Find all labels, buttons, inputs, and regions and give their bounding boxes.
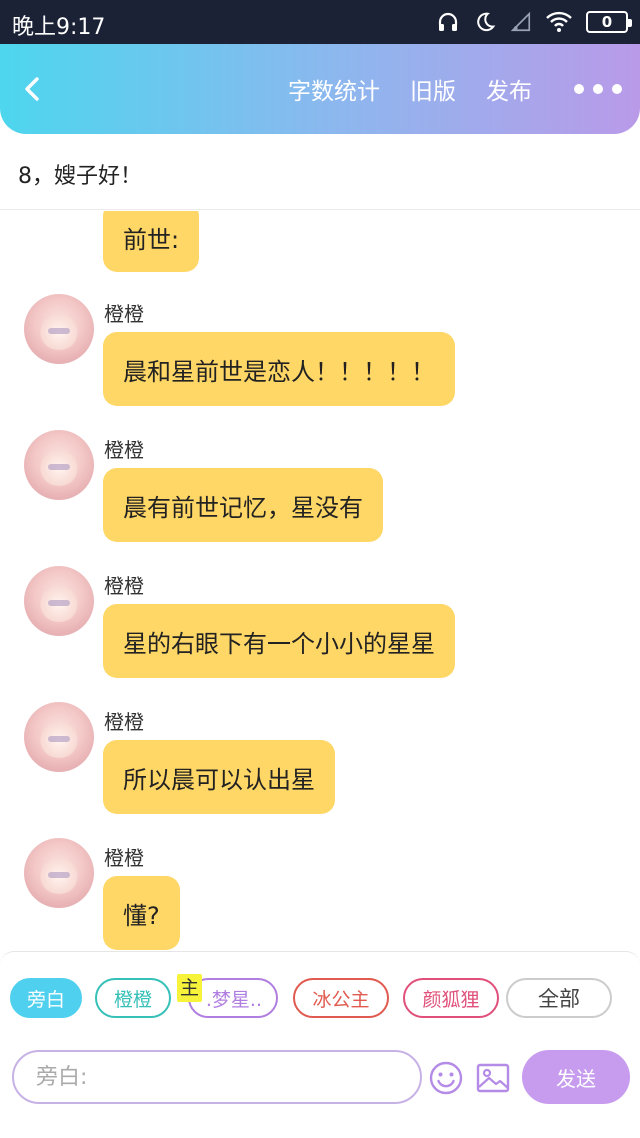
- header-actions: 字数统计 旧版 发布: [288, 44, 622, 134]
- emoji-icon[interactable]: [428, 1060, 464, 1096]
- word-count-button[interactable]: 字数统计: [288, 72, 380, 106]
- sender-name: 橙橙: [104, 438, 144, 462]
- composer-row: 发送: [0, 1050, 640, 1106]
- send-button[interactable]: 发送: [522, 1050, 630, 1104]
- message-bubble[interactable]: 星的右眼下有一个小小的星星: [103, 604, 455, 678]
- composer-panel: 旁白 橙橙 主 .梦星.. 冰公主 颜狐狸 全部 发送: [0, 951, 640, 1138]
- avatar[interactable]: [24, 294, 94, 364]
- character-chip-narrator[interactable]: 旁白: [10, 978, 82, 1018]
- character-chip-bing-gongzhu[interactable]: 冰公主: [293, 978, 389, 1018]
- message-bubble[interactable]: 前世:: [103, 211, 200, 272]
- back-icon[interactable]: [18, 74, 48, 104]
- more-icon[interactable]: [574, 84, 622, 94]
- story-title-bar: 8，嫂子好！: [0, 134, 640, 210]
- avatar[interactable]: [24, 702, 94, 772]
- image-icon[interactable]: [475, 1060, 511, 1096]
- avatar[interactable]: [24, 566, 94, 636]
- status-bar: 晚上9:17 0: [0, 0, 640, 44]
- battery-icon: 0: [586, 11, 632, 33]
- message-bubble[interactable]: 晨和星前世是恋人！！！！！: [103, 332, 455, 406]
- headphones-icon: [436, 10, 460, 34]
- message-input[interactable]: [12, 1050, 422, 1104]
- avatar[interactable]: [24, 838, 94, 908]
- publish-button[interactable]: 发布: [486, 72, 532, 106]
- top-header: 字数统计 旧版 发布: [0, 44, 640, 134]
- signal-icon: [510, 11, 532, 33]
- sender-name: 橙橙: [104, 302, 144, 326]
- message-bubble[interactable]: 晨有前世记忆，星没有: [103, 468, 383, 542]
- avatar[interactable]: [24, 430, 94, 500]
- message-bubble[interactable]: 所以晨可以认出星: [103, 740, 335, 814]
- moon-icon: [474, 11, 496, 33]
- character-chip-all[interactable]: 全部: [506, 978, 612, 1018]
- character-selector: 旁白 橙橙 主 .梦星.. 冰公主 颜狐狸 全部: [10, 974, 630, 1020]
- wifi-icon: [546, 11, 572, 33]
- sender-name: 橙橙: [104, 574, 144, 598]
- status-icons: 0: [436, 8, 632, 36]
- story-title[interactable]: 8，嫂子好！: [18, 158, 142, 190]
- message-bubble[interactable]: 懂?: [103, 876, 180, 950]
- character-chip-chengcheng[interactable]: 橙橙: [95, 978, 171, 1018]
- old-version-button[interactable]: 旧版: [410, 72, 456, 106]
- chat-area[interactable]: 前世: 橙橙 晨和星前世是恋人！！！！！ 橙橙 晨有前世记忆，星没有 橙橙 星的…: [0, 211, 640, 951]
- character-chip-yan-huli[interactable]: 颜狐狸: [403, 978, 499, 1018]
- sender-name: 橙橙: [104, 710, 144, 734]
- main-character-badge: 主: [177, 974, 203, 1002]
- status-time: 晚上9:17: [12, 15, 106, 40]
- sender-name: 橙橙: [104, 846, 144, 870]
